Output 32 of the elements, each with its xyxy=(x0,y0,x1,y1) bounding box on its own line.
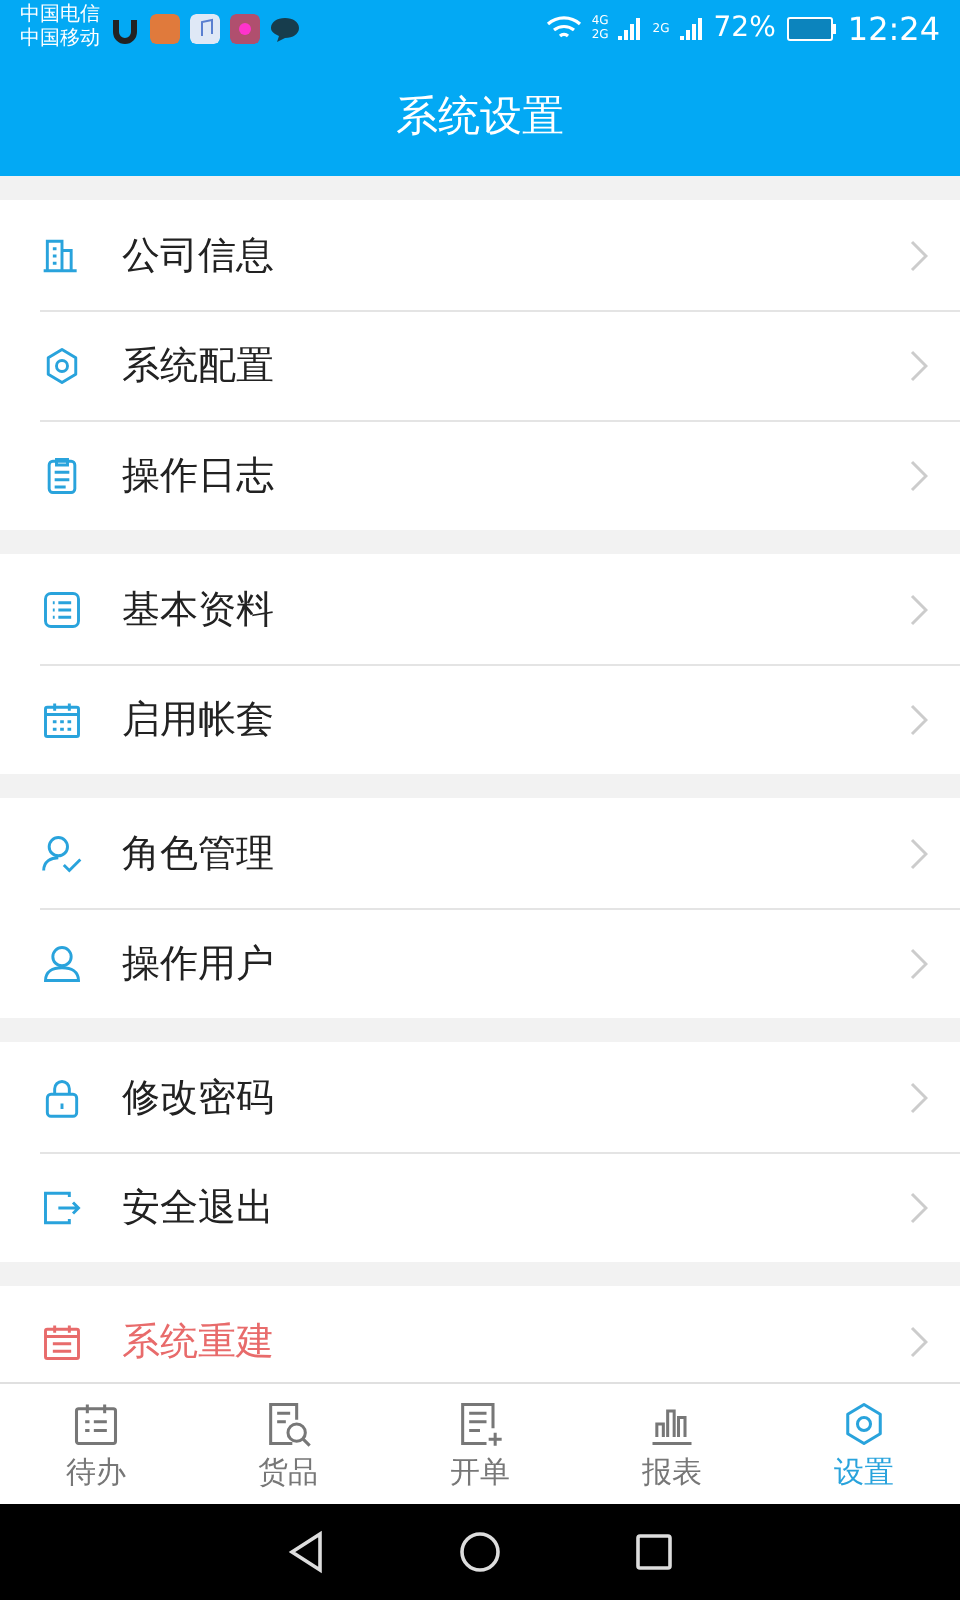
wifi-icon xyxy=(545,14,582,42)
recent-apps-icon[interactable] xyxy=(631,1530,676,1574)
battery-percent: 72% xyxy=(713,12,776,44)
signal-icon xyxy=(679,16,704,40)
user-icon xyxy=(40,941,84,985)
chevron-right-icon xyxy=(908,239,928,271)
page-title: 系统设置 xyxy=(394,90,566,144)
battery-icon xyxy=(785,15,838,41)
chevron-right-icon xyxy=(908,459,928,491)
nav-tab[interactable]: 待办 xyxy=(0,1384,192,1504)
clock: 12:24 xyxy=(847,9,940,47)
chevron-right-icon xyxy=(908,703,928,735)
nav-tab[interactable]: 报表 xyxy=(576,1384,768,1504)
app-icon xyxy=(230,13,260,43)
user-check-icon xyxy=(40,831,84,875)
home-icon[interactable] xyxy=(457,1530,502,1574)
list-icon xyxy=(40,587,84,631)
nav-tab[interactable]: 货品 xyxy=(192,1384,384,1504)
chevron-right-icon xyxy=(908,349,928,381)
chevron-right-icon xyxy=(908,1081,928,1113)
chevron-right-icon xyxy=(908,947,928,979)
nav-tab[interactable]: 开单 xyxy=(384,1384,576,1504)
chevron-right-icon xyxy=(908,593,928,625)
chevron-right-icon xyxy=(908,1325,928,1357)
carrier-name: 中国电信 xyxy=(20,4,100,27)
carrier-name: 中国移动 xyxy=(20,28,100,52)
chat-icon xyxy=(270,13,300,43)
lock-icon xyxy=(40,1075,84,1119)
signal-icon xyxy=(618,16,643,40)
app-icon xyxy=(150,13,180,43)
chevron-right-icon xyxy=(908,1191,928,1223)
chevron-right-icon xyxy=(908,837,928,869)
